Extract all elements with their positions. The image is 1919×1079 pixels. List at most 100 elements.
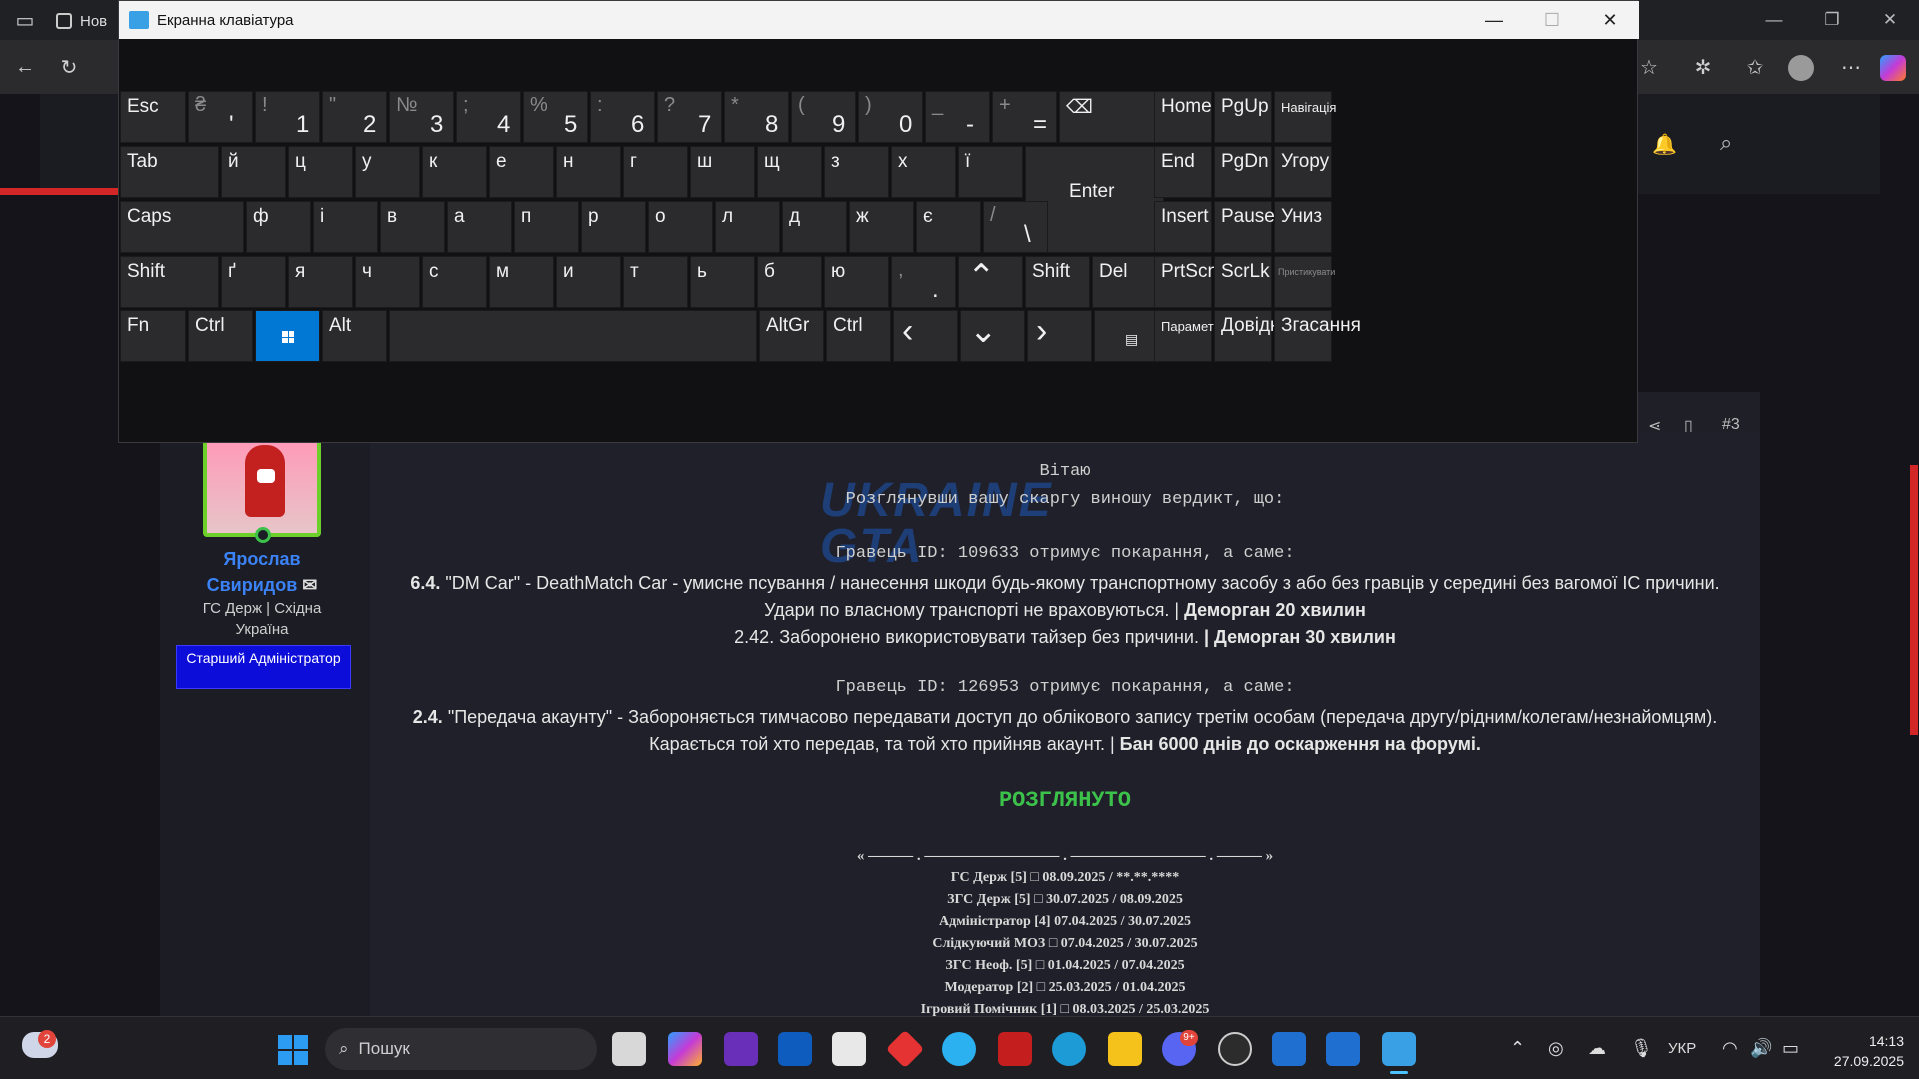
extensions-icon[interactable]: ✲ — [1690, 54, 1716, 80]
nav-key[interactable]: End — [1154, 146, 1212, 198]
favorites-icon[interactable]: ✩ — [1742, 54, 1768, 80]
mail-icon[interactable]: ✉ — [302, 575, 317, 595]
visual-studio-icon[interactable] — [724, 1032, 758, 1066]
key-л[interactable]: л — [715, 201, 780, 253]
key-ц[interactable]: ц — [288, 146, 353, 198]
favorite-star-icon[interactable]: ☆ — [1636, 54, 1662, 80]
avatar[interactable] — [203, 437, 321, 537]
key-0[interactable]: ) 0 — [858, 91, 923, 143]
file-explorer-icon[interactable] — [1108, 1032, 1142, 1066]
wifi-icon[interactable]: ◠ — [1722, 1038, 1738, 1059]
taskbar-search[interactable]: ⌕ Пошук — [325, 1028, 597, 1070]
scrollbar-thumb[interactable] — [1910, 465, 1918, 735]
arrow-right-key[interactable]: › — [1027, 310, 1092, 362]
task-view-icon[interactable] — [612, 1032, 646, 1066]
search-icon[interactable]: ⌕ — [1720, 130, 1732, 156]
nav-key[interactable]: PrtScn — [1154, 256, 1218, 308]
key-б[interactable]: б — [757, 256, 822, 308]
key-ф[interactable]: ф — [246, 201, 311, 253]
key-у[interactable]: у — [355, 146, 420, 198]
key-Caps[interactable]: Caps — [120, 201, 244, 253]
maximize-icon[interactable]: ❐ — [1803, 0, 1861, 40]
key-1[interactable]: ! 1 — [255, 91, 320, 143]
nav-key[interactable]: Insert — [1154, 201, 1212, 253]
key-7[interactable]: ? 7 — [657, 91, 722, 143]
sidebar-toggle-icon[interactable]: ▭ — [12, 7, 38, 33]
tray-app-icon[interactable]: ◎ — [1548, 1038, 1564, 1059]
nav-key[interactable]: PgDn — [1214, 146, 1272, 198]
key-в[interactable]: в — [380, 201, 445, 253]
nav-key[interactable]: PgUp — [1214, 91, 1272, 143]
key-Ctrl[interactable]: Ctrl — [188, 310, 253, 362]
key-2[interactable]: " 2 — [322, 91, 387, 143]
key-г[interactable]: г — [623, 146, 688, 198]
close-icon[interactable]: ✕ — [1861, 0, 1919, 40]
key-Tab[interactable]: Tab — [120, 146, 219, 198]
key-ж[interactable]: ж — [849, 201, 914, 253]
back-icon[interactable]: ← — [12, 54, 38, 80]
arrow-up-key[interactable]: ⌃ — [958, 256, 1023, 308]
nav-key[interactable]: Униз — [1274, 201, 1332, 253]
key-.[interactable]: ,. — [891, 256, 956, 308]
chevron-up-icon[interactable]: ⌃ — [1510, 1038, 1525, 1059]
key-3[interactable]: № 3 — [389, 91, 454, 143]
key-є[interactable]: є — [916, 201, 981, 253]
key-AltGr[interactable]: AltGr — [759, 310, 824, 362]
key-ґ[interactable]: ґ — [221, 256, 286, 308]
nav-key[interactable]: Угору — [1274, 146, 1332, 198]
battery-icon[interactable]: ▭ — [1782, 1038, 1799, 1059]
clock[interactable]: 14:13 27.09.2025 — [1814, 1031, 1904, 1071]
windows-key[interactable] — [255, 310, 320, 362]
obs-icon[interactable] — [1218, 1032, 1252, 1066]
nav-key[interactable]: Згасання — [1274, 310, 1361, 362]
app-blue-icon-2[interactable] — [1326, 1032, 1360, 1066]
key-з[interactable]: з — [824, 146, 889, 198]
minimize-icon[interactable]: — — [1745, 0, 1803, 40]
arrow-down-key[interactable]: ⌄ — [960, 310, 1025, 362]
key-Shift[interactable]: Shift — [1025, 256, 1090, 308]
more-icon[interactable]: ⋯ — [1838, 54, 1864, 80]
key-ь[interactable]: ь — [690, 256, 755, 308]
key-ї[interactable]: ї — [958, 146, 1023, 198]
key-е[interactable]: е — [489, 146, 554, 198]
key-о[interactable]: о — [648, 201, 713, 253]
store-icon[interactable] — [832, 1032, 866, 1066]
mcafee-icon[interactable] — [998, 1032, 1032, 1066]
key-щ[interactable]: щ — [757, 146, 822, 198]
key-4[interactable]: ; 4 — [456, 91, 521, 143]
on-screen-keyboard-icon[interactable] — [1382, 1032, 1416, 1066]
bell-icon[interactable]: 🔔 — [1652, 132, 1677, 157]
key-=[interactable]: + = — [992, 91, 1057, 143]
copilot-icon[interactable] — [1880, 55, 1906, 81]
outlook-icon[interactable] — [778, 1032, 812, 1066]
copilot-icon[interactable] — [668, 1032, 702, 1066]
key-п[interactable]: п — [514, 201, 579, 253]
nav-key[interactable]: Pause — [1214, 201, 1275, 253]
nav-key[interactable]: Пристикувати — [1274, 256, 1335, 308]
volume-icon[interactable]: 🔊 — [1750, 1038, 1772, 1059]
start-icon[interactable] — [278, 1035, 308, 1065]
key-і[interactable]: і — [313, 201, 378, 253]
arrow-left-key[interactable]: ‹ — [893, 310, 958, 362]
skype-icon[interactable] — [942, 1032, 976, 1066]
key-м[interactable]: м — [489, 256, 554, 308]
space-key[interactable] — [389, 310, 757, 362]
key-и[interactable]: и — [556, 256, 621, 308]
nav-key[interactable]: Параметри — [1154, 310, 1228, 362]
key-Shift[interactable]: Shift — [120, 256, 219, 308]
profile-avatar[interactable] — [1788, 55, 1814, 81]
nav-key[interactable]: Home — [1154, 91, 1212, 143]
key-8[interactable]: * 8 — [724, 91, 789, 143]
key-к[interactable]: к — [422, 146, 487, 198]
language-indicator[interactable]: УКР — [1668, 1040, 1696, 1057]
key-ш[interactable]: ш — [690, 146, 755, 198]
user-name[interactable]: Ярослав Свиридов ✉ — [186, 546, 338, 598]
key-р[interactable]: р — [581, 201, 646, 253]
microphone-icon[interactable]: 🎙 — [1630, 1038, 1653, 1059]
nav-key[interactable]: ScrLk — [1214, 256, 1272, 308]
key--[interactable]: _ - — [925, 91, 990, 143]
key-д[interactable]: д — [782, 201, 847, 253]
key-ч[interactable]: ч — [355, 256, 420, 308]
key-6[interactable]: :6 — [590, 91, 655, 143]
app-blue-icon[interactable] — [1272, 1032, 1306, 1066]
